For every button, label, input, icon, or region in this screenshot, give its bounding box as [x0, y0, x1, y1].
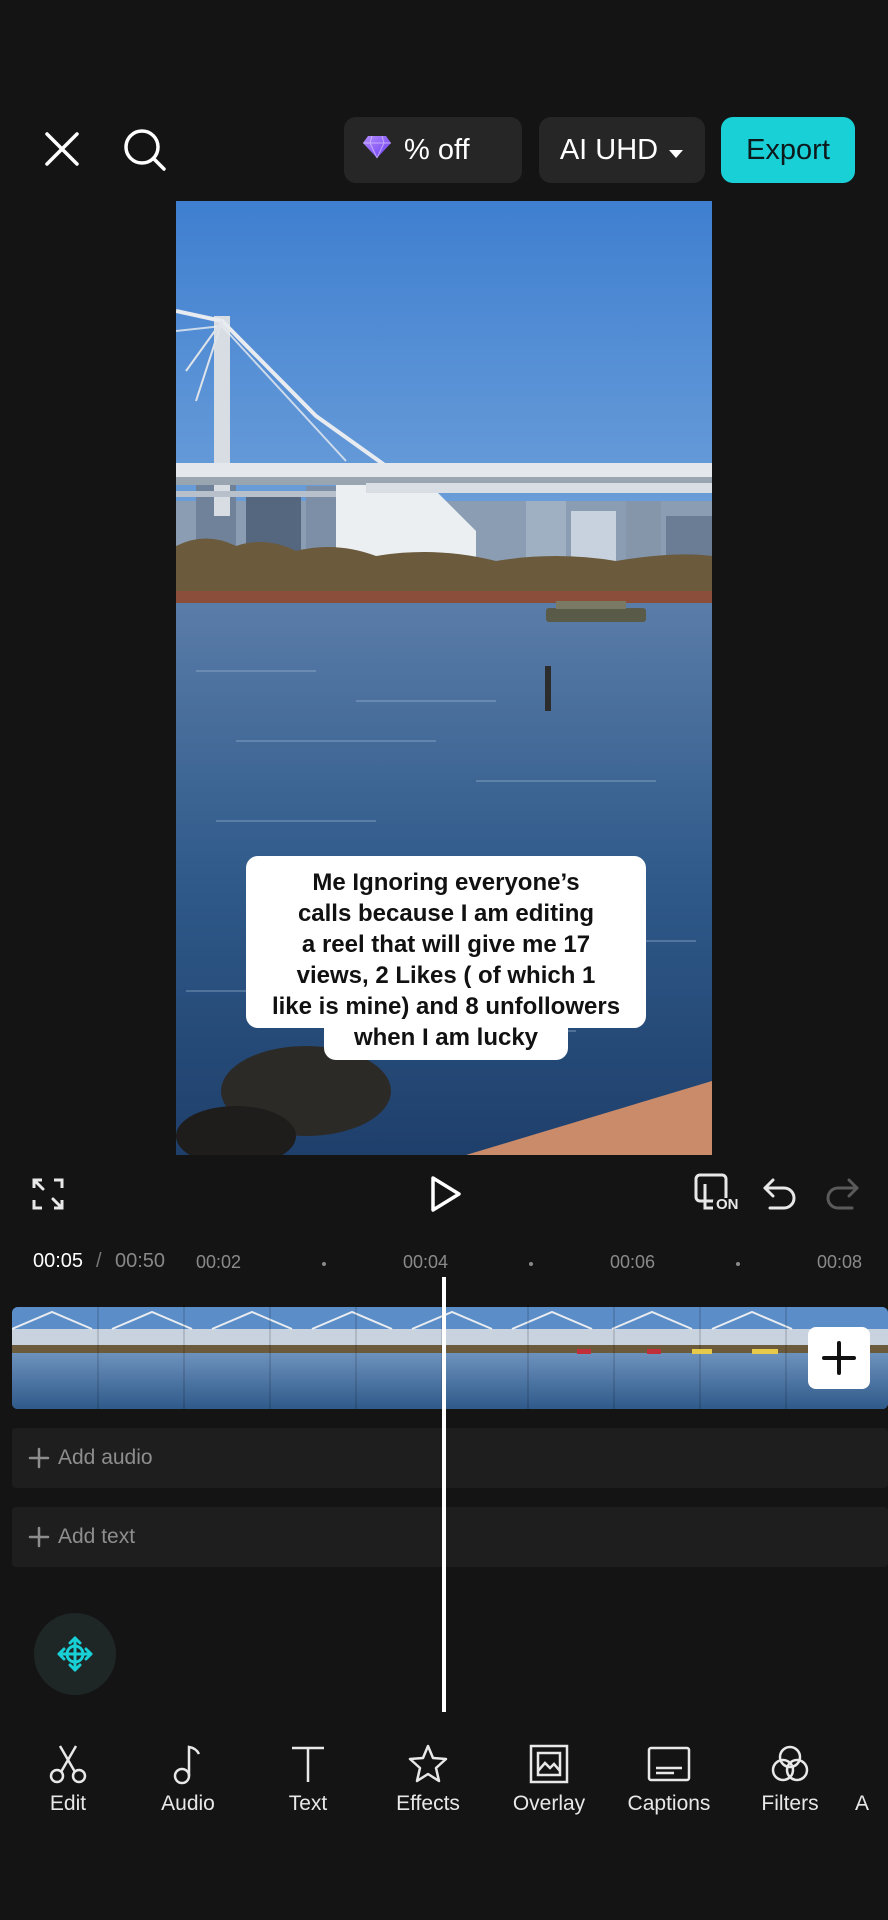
text-icon — [292, 1746, 324, 1782]
caption-line-1: Me Ignoring everyone’s — [312, 869, 580, 896]
redo-icon[interactable] — [822, 1174, 862, 1214]
video-clip[interactable] — [12, 1307, 888, 1409]
tool-overlay[interactable]: Overlay — [494, 1742, 604, 1832]
export-button[interactable]: Export — [721, 117, 855, 183]
tool-partial[interactable]: A — [855, 1742, 888, 1832]
tool-captions-label: Captions — [627, 1792, 711, 1815]
tick-dot — [736, 1262, 740, 1266]
top-bar: % off AI UHD Export — [0, 100, 888, 200]
time-tick: 00:02 — [196, 1252, 242, 1272]
tool-edit-label: Edit — [49, 1792, 87, 1815]
playhead[interactable] — [442, 1277, 446, 1712]
overlay-icon — [529, 1744, 569, 1784]
time-tick: 00:08 — [817, 1252, 863, 1272]
preview-toggle-label: ON — [716, 1196, 739, 1213]
caption-line-3: a reel that will give me 17 — [301, 931, 591, 958]
ai-assistant-button[interactable] — [34, 1613, 116, 1695]
close-icon[interactable] — [38, 125, 86, 173]
captions-icon — [647, 1746, 691, 1782]
tool-partial-label: A — [855, 1792, 870, 1815]
tick-dot — [322, 1262, 326, 1266]
play-icon[interactable] — [424, 1172, 468, 1216]
timeline[interactable]: 00:05 / 00:50 00:02 00:04 00:06 00:08 Ad… — [0, 1232, 888, 1712]
caption-line-2: calls because I am editing — [297, 900, 595, 927]
quality-label: AI UHD — [559, 133, 659, 166]
tool-effects-label: Effects — [396, 1792, 460, 1815]
add-clip-button[interactable] — [808, 1327, 870, 1389]
tool-overlay-label: Overlay — [512, 1792, 586, 1815]
add-text-track[interactable]: Add text — [12, 1507, 888, 1567]
tool-filters[interactable]: Filters — [735, 1742, 845, 1832]
tool-text-label: Text — [288, 1792, 328, 1815]
scissors-icon — [49, 1745, 87, 1784]
caret-down-icon — [668, 134, 684, 167]
filters-icon — [771, 1745, 809, 1782]
time-tick: 00:06 — [610, 1252, 656, 1272]
move-icon — [57, 1636, 93, 1672]
tool-filters-label: Filters — [761, 1792, 819, 1815]
video-preview[interactable]: Me Ignoring everyone’s calls because I a… — [176, 201, 712, 1155]
tool-text[interactable]: Text — [253, 1742, 363, 1832]
tool-effects[interactable]: Effects — [373, 1742, 483, 1832]
tick-dot — [529, 1262, 533, 1266]
diamond-icon — [362, 134, 392, 167]
search-icon[interactable] — [120, 125, 170, 175]
add-audio-track[interactable]: Add audio — [12, 1428, 888, 1488]
playback-controls: ON — [0, 1160, 888, 1232]
caption-line-6: when I am lucky — [353, 1024, 539, 1051]
current-time: 00:05 — [33, 1250, 84, 1272]
star-icon — [408, 1744, 448, 1783]
plus-icon — [28, 1447, 50, 1469]
caption-line-4: views, 2 Likes ( of which 1 — [296, 962, 596, 989]
caption-line-5: like is mine) and 8 unfollowers — [271, 993, 621, 1020]
time-separator: / — [96, 1250, 102, 1272]
time-tick: 00:04 — [403, 1252, 449, 1272]
bottom-toolbar: Edit Audio Text Effects Overlay Captions — [0, 1712, 888, 1920]
total-duration: 00:50 — [115, 1250, 166, 1272]
fullscreen-icon[interactable] — [28, 1174, 68, 1214]
add-text-label: Add text — [58, 1525, 136, 1548]
tool-audio-label: Audio — [161, 1792, 215, 1815]
music-note-icon — [173, 1745, 201, 1785]
tool-audio[interactable]: Audio — [133, 1742, 243, 1832]
tool-captions[interactable]: Captions — [614, 1742, 724, 1832]
clip-thumbnails — [12, 1307, 888, 1409]
promo-button[interactable]: % off — [344, 117, 522, 183]
add-audio-label: Add audio — [58, 1446, 153, 1469]
plus-icon — [28, 1526, 50, 1548]
tool-edit[interactable]: Edit — [13, 1742, 123, 1832]
preview-toggle-icon[interactable]: ON — [692, 1170, 744, 1220]
quality-dropdown[interactable]: AI UHD — [539, 117, 705, 183]
plus-icon — [822, 1341, 856, 1375]
undo-icon[interactable] — [760, 1174, 800, 1214]
promo-label: % off — [404, 133, 470, 166]
